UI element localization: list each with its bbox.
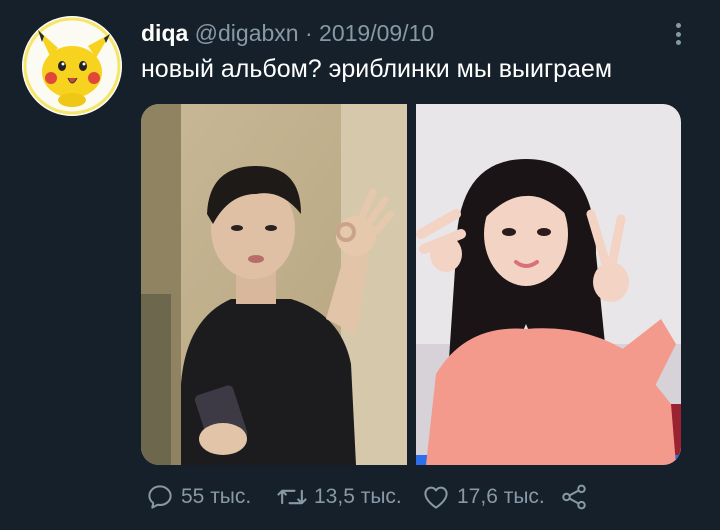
share-icon [562,484,586,510]
retweet-count: 13,5 тыс. [314,485,402,508]
avatar[interactable] [22,16,122,116]
retweet-icon [277,489,307,505]
tweet-text: новый альбом? эриблинки мы выиграем [141,55,613,83]
woman-peace-gesture-image [415,104,681,465]
reply-icon [148,485,172,509]
meta-separator: · [304,20,313,46]
display-name[interactable]: diqa [141,20,188,46]
user-handle[interactable]: @digabxn [195,20,299,46]
share-button[interactable] [559,480,589,514]
right-photo[interactable] [415,104,681,465]
more-options-icon[interactable] [671,20,685,48]
retweet-button[interactable]: 13,5 тыс. [276,480,402,514]
more-dot [675,31,681,37]
reply-count: 55 тыс. [181,485,252,508]
like-count: 17,6 тыс. [457,485,545,508]
reply-button[interactable]: 55 тыс. [145,480,251,514]
heart-icon [424,486,448,509]
more-dot [675,23,681,28]
pikachu-avatar-image [22,16,122,116]
tweet-actions: 55 тыс. 13,5 тыс. 17,6 тыс. [145,480,605,514]
tweet-media[interactable] [141,104,681,465]
tweet-date[interactable]: 2019/09/10 [319,20,434,46]
man-ok-gesture-image [141,104,407,465]
more-dot [675,40,681,45]
like-button[interactable]: 17,6 тыс. [421,480,545,514]
tweet-header: diqa @digabxn · 2019/09/10 [141,18,680,48]
left-photo[interactable] [141,104,407,465]
